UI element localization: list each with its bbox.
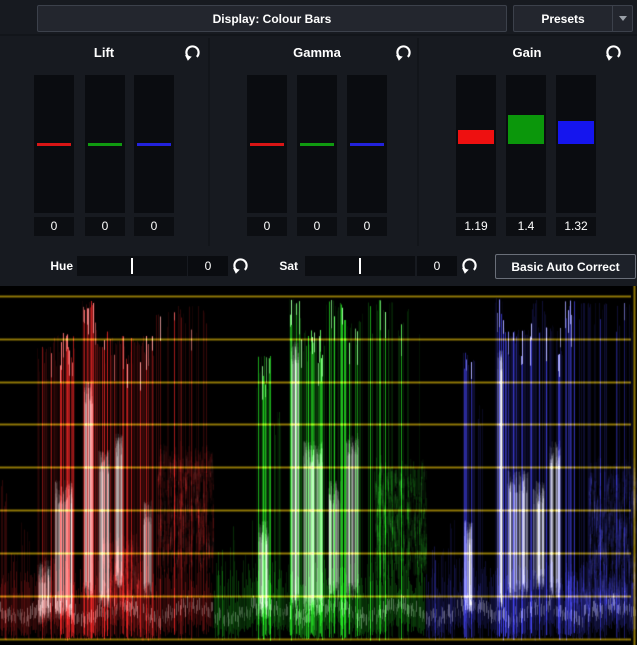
gain-red-value[interactable]: 1.19 bbox=[456, 217, 496, 236]
gain-reset-icon[interactable] bbox=[604, 43, 623, 62]
gain-blue-slider[interactable] bbox=[556, 75, 596, 213]
gamma-blue-handle[interactable] bbox=[350, 143, 384, 146]
gamma-reset-icon[interactable] bbox=[394, 43, 413, 62]
lift-green-slider[interactable] bbox=[85, 75, 125, 213]
hue-value[interactable]: 0 bbox=[188, 256, 228, 276]
gain-blue-handle[interactable] bbox=[558, 121, 594, 144]
waveform-scope bbox=[0, 286, 637, 645]
lift-reset-icon[interactable] bbox=[183, 43, 202, 62]
hue-reset-icon[interactable] bbox=[231, 256, 250, 275]
gamma-blue-value[interactable]: 0 bbox=[347, 217, 387, 236]
lift-red-slider[interactable] bbox=[34, 75, 74, 213]
gain-green-value[interactable]: 1.4 bbox=[506, 217, 546, 236]
presets-label: Presets bbox=[541, 12, 584, 26]
presets-button[interactable]: Presets bbox=[513, 5, 633, 32]
gamma-red-handle[interactable] bbox=[250, 143, 284, 146]
gamma-red-slider[interactable] bbox=[247, 75, 287, 213]
section-divider bbox=[208, 38, 210, 246]
gamma-green-handle[interactable] bbox=[300, 143, 334, 146]
lift-blue-slider[interactable] bbox=[134, 75, 174, 213]
basic-auto-correct-button[interactable]: Basic Auto Correct bbox=[495, 254, 636, 279]
gamma-green-slider[interactable] bbox=[297, 75, 337, 213]
hue-slider[interactable] bbox=[77, 256, 187, 276]
gain-title: Gain bbox=[477, 45, 577, 61]
sat-slider[interactable] bbox=[305, 256, 415, 276]
sat-label: Sat bbox=[264, 256, 298, 276]
sat-reset-icon[interactable] bbox=[460, 256, 479, 275]
gain-red-slider[interactable] bbox=[456, 75, 496, 213]
caret-down-icon bbox=[619, 16, 627, 21]
sat-slider-handle[interactable] bbox=[359, 258, 361, 274]
gain-green-handle[interactable] bbox=[508, 115, 544, 144]
hue-slider-handle[interactable] bbox=[131, 258, 133, 274]
display-source-label: Display: Colour Bars bbox=[213, 12, 332, 26]
gamma-red-value[interactable]: 0 bbox=[247, 217, 287, 236]
gamma-blue-slider[interactable] bbox=[347, 75, 387, 213]
lift-blue-value[interactable]: 0 bbox=[134, 217, 174, 236]
presets-dropdown-segment[interactable] bbox=[612, 6, 632, 31]
sat-value[interactable]: 0 bbox=[417, 256, 457, 276]
panel-divider bbox=[0, 34, 637, 36]
colour-correct-panel: Display: Colour Bars Presets Lift Gamma … bbox=[0, 0, 637, 645]
lift-green-handle[interactable] bbox=[88, 143, 122, 146]
section-divider bbox=[417, 38, 419, 246]
lift-red-value[interactable]: 0 bbox=[34, 217, 74, 236]
lift-blue-handle[interactable] bbox=[137, 143, 171, 146]
lift-green-value[interactable]: 0 bbox=[85, 217, 125, 236]
gamma-green-value[interactable]: 0 bbox=[297, 217, 337, 236]
basic-auto-correct-label: Basic Auto Correct bbox=[511, 260, 619, 274]
hue-label: Hue bbox=[36, 256, 73, 276]
gain-blue-value[interactable]: 1.32 bbox=[556, 217, 596, 236]
gamma-title: Gamma bbox=[267, 45, 367, 61]
gain-green-slider[interactable] bbox=[506, 75, 546, 213]
lift-title: Lift bbox=[54, 45, 154, 61]
lift-red-handle[interactable] bbox=[37, 143, 71, 146]
gain-red-handle[interactable] bbox=[458, 130, 494, 144]
display-source-button[interactable]: Display: Colour Bars bbox=[37, 5, 507, 32]
